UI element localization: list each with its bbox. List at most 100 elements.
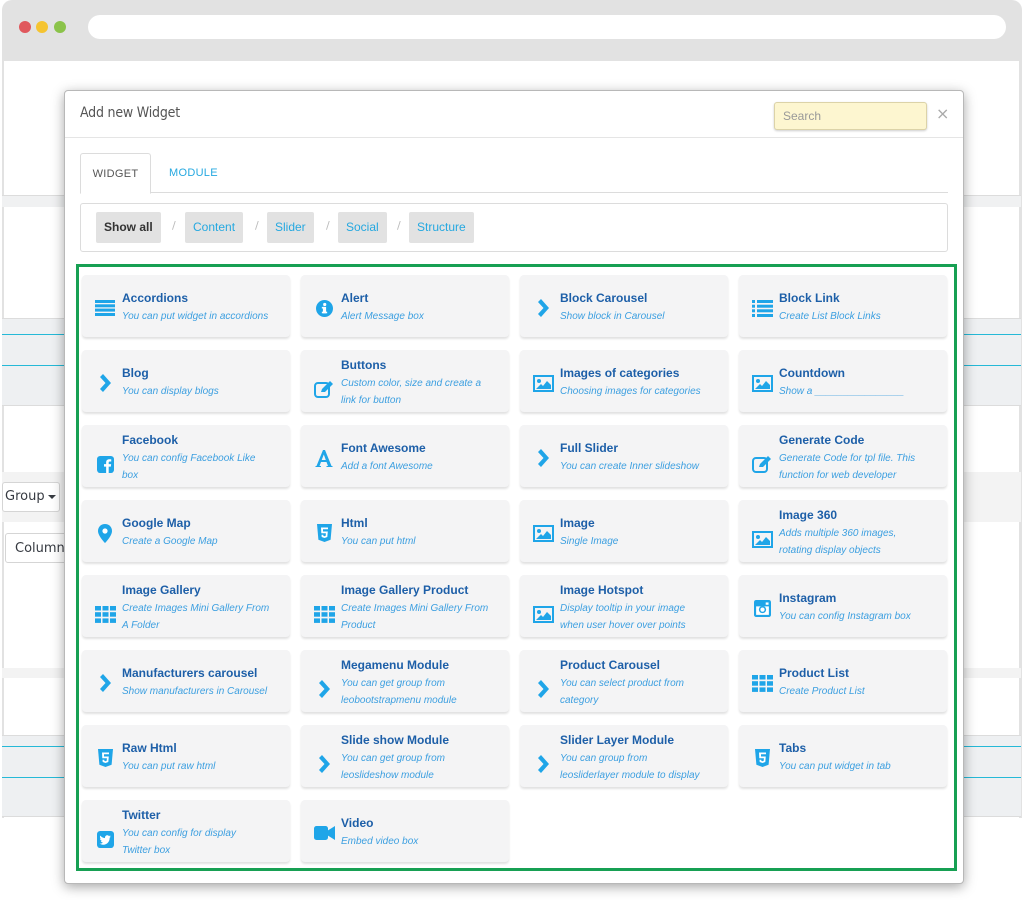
widget-card-image[interactable]: Image Single Image [520, 500, 728, 562]
widget-description: You can select product from [560, 678, 684, 689]
caret-down-icon [47, 494, 56, 499]
widget-card-twitter[interactable]: Twitter You can config for display Twitter… [82, 800, 290, 862]
instagram-icon [751, 597, 773, 619]
widget-card-google-map[interactable]: Google Map Create a Google Map [82, 500, 290, 562]
map-marker-icon [94, 522, 116, 544]
widget-description: Choosing images for categories [560, 386, 701, 397]
filter-slider[interactable]: Slider [267, 212, 314, 243]
browser-frame-left [2, 61, 4, 818]
widget-description: function for web developer [779, 470, 897, 481]
video-camera-icon [313, 822, 335, 844]
widget-title: Block Link [779, 291, 840, 305]
image-icon [532, 603, 554, 625]
widget-title: Image 360 [779, 508, 838, 522]
widget-card-product-carousel[interactable]: Product Carousel You can select product f… [520, 650, 728, 712]
group-label: Group [5, 489, 45, 504]
widget-title: Manufacturers carousel [122, 666, 258, 680]
maximize-window-dot[interactable] [54, 21, 66, 33]
filter-social[interactable]: Social [338, 212, 387, 243]
widget-description: You can config Instagram box [779, 611, 911, 622]
browser-titlebar [2, 0, 1022, 61]
filter-separator: / [255, 219, 259, 232]
search-input[interactable] [774, 102, 927, 130]
widget-title: Slider Layer Module [560, 733, 675, 747]
close-icon[interactable]: × [936, 104, 949, 123]
widget-description: A Folder [122, 620, 160, 631]
html5-icon [751, 747, 773, 769]
html5-icon [94, 747, 116, 769]
widget-description: Custom color, size and create a [341, 378, 482, 389]
widget-description: Single Image [560, 536, 619, 547]
widget-title: Countdown [779, 366, 845, 380]
group-dropdown-button[interactable]: Group [2, 482, 60, 512]
widget-description: Show manufacturers in Carousel [122, 686, 268, 697]
edit-icon [751, 453, 773, 475]
widget-title: Product Carousel [560, 658, 661, 672]
widget-card-block-carousel[interactable]: Block Carousel Show block in Carousel [520, 275, 728, 337]
filter-content[interactable]: Content [185, 212, 244, 243]
widget-card-manufacturers-carousel[interactable]: Manufacturers carousel Show manufacturers… [82, 650, 290, 712]
widget-card-image-gallery-product[interactable]: Image Gallery Product Create Images Mini … [301, 575, 509, 637]
widget-card-images-of-categories[interactable]: Images of categories Choosing images for … [520, 350, 728, 412]
widget-card-product-list[interactable]: Product List Create Product List [739, 650, 947, 712]
widget-description: You can put widget in accordions [122, 311, 269, 322]
tab-widget[interactable]: WIDGET [80, 153, 151, 194]
widget-description: Show block in Carousel [560, 311, 665, 322]
widget-description: Show a ________________ [779, 386, 905, 397]
widget-description: rotating display objects [779, 545, 881, 556]
widget-card-tabs[interactable]: Tabs You can put widget in tab [739, 725, 947, 787]
html5-icon [313, 522, 335, 544]
image-icon [751, 372, 773, 394]
widget-title: Instagram [779, 591, 837, 605]
widget-card-full-slider[interactable]: Full Slider You can create Inner slidesho… [520, 425, 728, 487]
widget-card-slide-show-module[interactable]: Slide show Module You can get group from l… [301, 725, 509, 787]
widget-card-html[interactable]: Html You can put html [301, 500, 509, 562]
widget-title: Blog [122, 366, 149, 380]
widget-card-blog[interactable]: Blog You can display blogs [82, 350, 290, 412]
tab-module[interactable]: MODULE [169, 153, 218, 193]
widget-description: box [122, 470, 139, 481]
widget-card-video[interactable]: Video Embed video box [301, 800, 509, 862]
widget-card-countdown[interactable]: Countdown Show a ________________ [739, 350, 947, 412]
widget-card-buttons[interactable]: Buttons Custom color, size and create a li… [301, 350, 509, 412]
widget-card-image-360[interactable]: Image 360 Adds multiple 360 images, rotati… [739, 500, 947, 562]
widget-title: Block Carousel [560, 291, 648, 305]
facebook-icon [94, 453, 116, 475]
widget-description: when user hover over points [560, 620, 686, 631]
grid-icon [751, 672, 773, 694]
filter-show-all[interactable]: Show all [96, 212, 161, 243]
widget-card-alert[interactable]: Alert Alert Message box [301, 275, 509, 337]
widget-card-facebook[interactable]: Facebook You can config Facebook Like box [82, 425, 290, 487]
address-bar[interactable] [88, 15, 1006, 39]
widget-card-font-awesome[interactable]: Font Awesome Add a font Awesome [301, 425, 509, 487]
widget-card-instagram[interactable]: Instagram You can config Instagram box [739, 575, 947, 637]
widget-description: Create List Block Links [779, 311, 881, 322]
widget-title: Image Gallery Product [341, 583, 469, 597]
widget-card-slider-layer-module[interactable]: Slider Layer Module You can group from leo… [520, 725, 728, 787]
widget-card-accordions[interactable]: Accordions You can put widget in accordio… [82, 275, 290, 337]
close-window-dot[interactable] [19, 21, 31, 33]
widget-description: Create Product List [779, 686, 865, 697]
widget-title: Generate Code [779, 433, 865, 447]
modal-title: Add new Widget [80, 105, 180, 121]
widget-card-megamenu-module[interactable]: Megamenu Module You can get group from leo… [301, 650, 509, 712]
minimize-window-dot[interactable] [36, 21, 48, 33]
widget-title: Html [341, 516, 368, 530]
image-icon [751, 528, 773, 550]
widget-card-image-hotspot[interactable]: Image Hotspot Display tooltip in your ima… [520, 575, 728, 637]
widget-card-raw-html[interactable]: Raw Html You can put raw html [82, 725, 290, 787]
chevron-right-icon [532, 447, 554, 469]
widget-card-block-link[interactable]: Block Link Create List Block Links [739, 275, 947, 337]
filter-structure[interactable]: Structure [409, 212, 474, 243]
widget-card-image-gallery[interactable]: Image Gallery Create Images Mini Gallery … [82, 575, 290, 637]
widget-title: Raw Html [122, 741, 177, 755]
widget-title: Full Slider [560, 441, 619, 455]
chevron-right-icon [532, 297, 554, 319]
info-circle-icon [313, 297, 335, 319]
widget-description: Add a font Awesome [341, 461, 433, 472]
widget-title: Images of categories [560, 366, 680, 380]
grid-icon [94, 603, 116, 625]
filter-separator: / [397, 219, 401, 232]
chevron-right-icon [94, 672, 116, 694]
widget-card-generate-code[interactable]: Generate Code Generate Code for tpl file.… [739, 425, 947, 487]
